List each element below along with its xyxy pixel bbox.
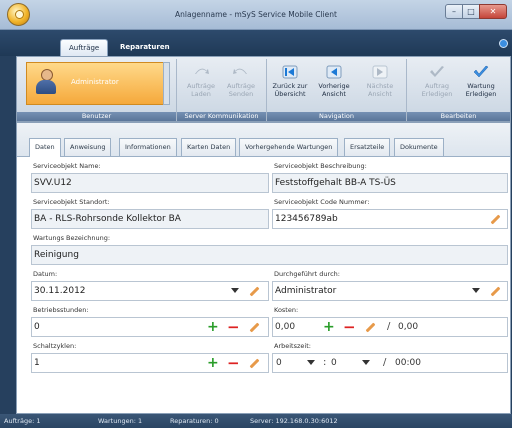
plus-icon[interactable]: + [323,320,335,334]
chevron-down-icon[interactable] [231,288,239,293]
zurueck-uebersicht-button[interactable]: Zurück zur Übersicht [271,65,309,98]
group-server: Aufträge Laden Aufträge Senden Server Ko… [177,59,267,121]
download-arrow-icon [195,68,209,74]
back-to-start-icon [282,65,298,79]
tab-karten-daten[interactable]: Karten Daten [181,138,237,156]
minus-icon[interactable]: − [343,320,356,335]
serviceobjekt-beschreibung-field: Feststoffgehalt BB-A TS-ÜS [272,173,508,193]
serviceobjekt-code-label: Serviceobjekt Code Nummer: [274,198,370,206]
edit-pen-icon[interactable] [248,321,260,333]
tab-anweisung[interactable]: Anweisung [64,138,112,156]
tab-auftraege[interactable]: Aufträge [60,39,109,56]
data-form: Serviceobjekt Name: SVV.U12 Serviceobjek… [17,157,510,413]
serviceobjekt-standort-field: BA - RLS-Rohrsonde Kollektor BA [31,209,269,229]
edit-pen-icon[interactable] [489,213,501,225]
edit-pen-icon[interactable] [364,321,376,333]
serviceobjekt-code-field[interactable]: 123456789ab [272,209,508,229]
window-title: Anlagenname - mSyS Service Mobile Client [175,10,337,19]
upload-arrow-icon [233,68,247,74]
durchgefuehrt-label: Durchgeführt durch: [274,270,340,278]
serviceobjekt-beschreibung-label: Serviceobjekt Beschreibung: [274,162,367,170]
plus-icon[interactable]: + [207,320,219,334]
auftrag-erledigen-button[interactable]: Auftrag Erledigen [419,65,455,98]
status-wartungen: Wartungen: 1 [98,417,143,425]
arbeitszeit-label: Arbeitszeit: [274,342,311,350]
group-label-server: Server Kommunikation [177,112,266,121]
serviceobjekt-name-label: Serviceobjekt Name: [33,162,101,170]
group-navigation: Zurück zur Übersicht Vorherige Ansicht N… [267,59,407,121]
status-reparaturen: Reparaturen: 0 [170,417,219,425]
status-auftraege: Aufträge: 1 [4,417,41,425]
application-window: Anlagenname - mSyS Service Mobile Client… [0,0,512,428]
content-panel: Daten Anweisung Informationen Karten Dat… [16,122,511,414]
edit-pen-icon[interactable] [489,285,501,297]
group-label-navigation: Navigation [267,112,406,121]
minus-icon[interactable]: − [227,356,240,371]
group-bearbeiten: Auftrag Erledigen Wartung Erledigen Bear… [407,59,510,121]
naechste-ansicht-button[interactable]: Nächste Ansicht [361,65,399,98]
arbeitszeit-total: 00:00 [395,358,421,368]
ribbon: Administrator Benutzer Aufträge Laden Au… [16,56,511,122]
auftraege-senden-button[interactable]: Aufträge Senden [225,65,257,98]
check-icon [430,66,444,77]
schaltzyklen-label: Schaltzyklen: [33,342,77,350]
content-tab-bar: Daten Anweisung Informationen Karten Dat… [17,123,510,157]
minimize-button[interactable]: – [445,4,463,19]
kosten-total: 0,00 [398,322,419,332]
chevron-down-icon[interactable] [472,288,480,293]
tab-reparaturen[interactable]: Reparaturen [112,39,178,56]
kosten-value[interactable]: 0,00 [275,322,295,332]
tab-ersatzteile[interactable]: Ersatzteile [344,138,391,156]
group-label-benutzer: Benutzer [17,112,176,121]
auftraege-laden-button[interactable]: Aufträge Laden [185,65,217,98]
colon-separator: : [323,357,327,368]
edit-pen-icon[interactable] [248,285,260,297]
user-selector[interactable]: Administrator [26,62,170,105]
close-button[interactable]: ✕ [479,4,507,19]
datum-label: Datum: [33,270,58,278]
tab-dokumente[interactable]: Dokumente [394,138,444,156]
arbeitszeit-hours[interactable]: 0 [276,358,282,368]
vorherige-ansicht-button[interactable]: Vorherige Ansicht [315,65,353,98]
group-benutzer: Administrator Benutzer [17,59,177,121]
tab-daten[interactable]: Daten [29,138,61,157]
next-icon [372,65,388,79]
previous-icon [326,65,342,79]
serviceobjekt-standort-label: Serviceobjekt Standort: [33,198,110,206]
user-scrollbar[interactable] [163,62,170,105]
help-icon[interactable] [499,39,508,48]
serviceobjekt-name-field: SVV.U12 [31,173,269,193]
user-name: Administrator [71,78,119,86]
plus-icon[interactable]: + [207,356,219,370]
check-icon [473,65,489,78]
wartung-erledigen-button[interactable]: Wartung Erledigen [463,65,499,98]
wartungs-bezeichnung-label: Wartungs Bezeichnung: [33,234,111,242]
chevron-down-icon[interactable] [307,360,315,365]
edit-pen-icon[interactable] [248,357,260,369]
user-avatar-icon [35,69,57,97]
separator: / [383,357,387,368]
maximize-button[interactable]: □ [462,4,480,19]
arbeitszeit-minutes[interactable]: 0 [331,358,337,368]
tab-vorhergehende-wartungen[interactable]: Vorhergehende Wartungen [239,138,339,156]
group-label-bearbeiten: Bearbeiten [407,112,510,121]
wartungs-bezeichnung-field: Reinigung [31,245,508,265]
separator: / [387,321,391,332]
tab-informationen[interactable]: Informationen [119,138,177,156]
chevron-down-icon[interactable] [362,360,370,365]
minus-icon[interactable]: − [227,320,240,335]
ribbon-tab-bar: Aufträge Reparaturen [0,30,512,56]
title-bar: Anlagenname - mSyS Service Mobile Client… [0,0,512,30]
kosten-label: Kosten: [274,306,299,314]
betriebsstunden-label: Betriebsstunden: [33,306,89,314]
status-bar: Aufträge: 1 Wartungen: 1 Reparaturen: 0 … [0,414,512,428]
status-server: Server: 192.168.0.30:6012 [250,417,338,425]
